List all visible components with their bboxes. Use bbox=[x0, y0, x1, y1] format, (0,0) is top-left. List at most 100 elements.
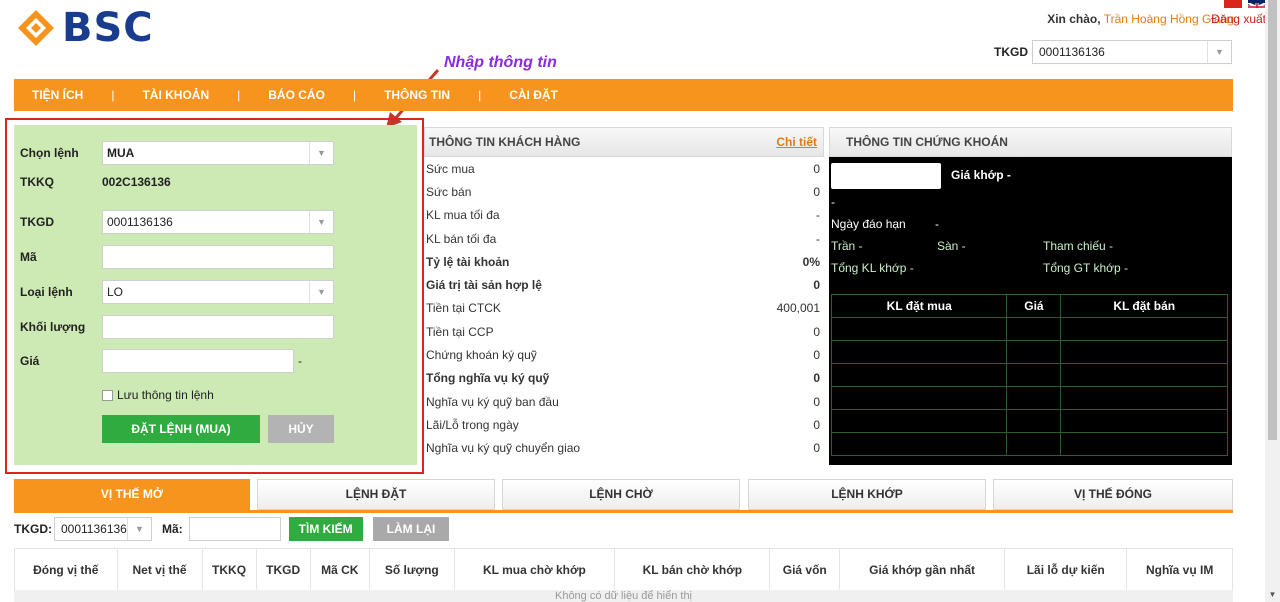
customer-info-value: 0 bbox=[813, 417, 820, 432]
order-book-row bbox=[830, 409, 1228, 433]
chevron-down-icon: ▼ bbox=[309, 142, 333, 164]
order-type-value: MUA bbox=[107, 146, 135, 160]
order-book-col-price: Giá bbox=[1006, 294, 1062, 318]
positions-column-header[interactable]: Nghĩa vụ IM bbox=[1126, 548, 1233, 591]
order-book-table: KL đặt mua Giá KL đặt bán bbox=[830, 294, 1228, 456]
order-kind-select[interactable]: LO ▼ bbox=[102, 280, 334, 304]
floor-price: Sàn - bbox=[937, 239, 966, 253]
customer-info-row: KL mua tối đa - bbox=[424, 204, 824, 227]
search-symbol-label: Mã: bbox=[162, 522, 183, 536]
nav-thong-tin[interactable]: THÔNG TIN bbox=[384, 88, 450, 102]
customer-info-value: 0% bbox=[802, 254, 820, 269]
scroll-down-icon[interactable]: ▼ bbox=[1265, 587, 1280, 602]
customer-info-row: Sức mua 0 bbox=[424, 157, 824, 180]
order-book-col-sell-volume: KL đặt bán bbox=[1060, 294, 1228, 318]
order-book-cell bbox=[1060, 363, 1228, 387]
order-form: Chọn lệnh MUA ▼ TKKQ 002C136136 TKGD 000… bbox=[14, 125, 417, 465]
order-book-cell bbox=[1006, 432, 1062, 456]
customer-info-label: Sức mua bbox=[426, 161, 475, 176]
annotation-text: Nhập thông tin bbox=[444, 54, 557, 71]
order-book-row bbox=[830, 340, 1228, 364]
search-tkgd-value: 0001136136 bbox=[61, 522, 127, 536]
ceiling-price: Trần - bbox=[831, 239, 863, 253]
customer-info-title: THÔNG TIN KHÁCH HÀNG bbox=[429, 135, 581, 149]
positions-column-header[interactable]: Đóng vị thế bbox=[14, 548, 118, 591]
english-flag-icon[interactable] bbox=[1248, 0, 1266, 8]
customer-info-value: 0 bbox=[813, 324, 820, 339]
tab-open-positions[interactable]: VỊ THẾ MỞ bbox=[14, 479, 250, 510]
order-book-col-buy-volume: KL đặt mua bbox=[830, 294, 1008, 318]
positions-column-header[interactable]: KL bán chờ khớp bbox=[614, 548, 771, 591]
nav-tien-ich[interactable]: TIỆN ÍCH bbox=[32, 88, 83, 102]
search-button[interactable]: TÌM KIẾM bbox=[288, 517, 363, 541]
customer-info-row: Tiền tại CTCK 400,001 bbox=[424, 297, 824, 320]
customer-info-row: Chứng khoán ký quỹ 0 bbox=[424, 343, 824, 366]
tkgd-select[interactable]: 0001136136 ▼ bbox=[102, 210, 334, 234]
nav-tai-khoan[interactable]: TÀI KHOẢN bbox=[142, 88, 209, 102]
vietnamese-flag-icon[interactable] bbox=[1224, 0, 1242, 8]
customer-info-row: Lãi/Lỗ trong ngày 0 bbox=[424, 413, 824, 436]
order-type-select[interactable]: MUA ▼ bbox=[102, 141, 334, 165]
order-book-cell bbox=[830, 363, 1008, 387]
order-book-header: KL đặt mua Giá KL đặt bán bbox=[830, 294, 1228, 318]
customer-info-row: Sức bán 0 bbox=[424, 180, 824, 203]
order-book-cell bbox=[830, 340, 1008, 364]
tab-pending-orders[interactable]: LỆNH CHỜ bbox=[502, 479, 740, 510]
search-symbol-input[interactable] bbox=[188, 517, 281, 541]
nav-bao-cao[interactable]: BÁO CÁO bbox=[268, 88, 325, 102]
customer-info-label: KL mua tối đa bbox=[426, 208, 500, 223]
nav-cai-dat[interactable]: CÀI ĐẶT bbox=[509, 88, 558, 102]
positions-column-header[interactable]: Giá khớp gần nhất bbox=[839, 548, 1006, 591]
positions-column-header[interactable]: Lãi lỗ dự kiến bbox=[1004, 548, 1128, 591]
order-book-cell bbox=[830, 386, 1008, 410]
quantity-input[interactable] bbox=[102, 315, 334, 339]
order-book-row bbox=[830, 317, 1228, 341]
customer-info-label: Tổng nghĩa vụ ký quỹ bbox=[426, 371, 550, 386]
symbol-label: Mã bbox=[20, 250, 37, 264]
header-tkgd-select[interactable]: 0001136136 ▼ bbox=[1032, 40, 1232, 64]
customer-info-value: 0 bbox=[813, 348, 820, 363]
save-order-checkbox-row[interactable]: Lưu thông tin lệnh bbox=[102, 388, 214, 402]
securities-info-title: THÔNG TIN CHỨNG KHOÁN bbox=[846, 135, 1008, 149]
search-tkgd-select[interactable]: 0001136136 ▼ bbox=[54, 517, 152, 541]
tab-closed-positions[interactable]: VỊ THẾ ĐÓNG bbox=[993, 479, 1233, 510]
customer-info-label: Nghĩa vụ ký quỹ ban đầu bbox=[426, 394, 559, 409]
positions-column-header[interactable]: Giá vốn bbox=[769, 548, 841, 591]
customer-info-value: 0 bbox=[813, 441, 820, 456]
tab-placed-orders[interactable]: LỆNH ĐẶT bbox=[257, 479, 495, 510]
positions-column-header[interactable]: Số lượng bbox=[368, 548, 455, 591]
total-matched-volume: Tổng KL khớp - bbox=[831, 261, 914, 275]
customer-info-row: Tổng nghĩa vụ ký quỹ 0 bbox=[424, 367, 824, 390]
reset-button[interactable]: LÀM LẠI bbox=[372, 517, 450, 541]
securities-info-body: Giá khớp - - Ngày đáo hạn - Trần - Sàn -… bbox=[829, 157, 1232, 465]
customer-info-label: Nghĩa vụ ký quỹ chuyển giao bbox=[426, 441, 581, 456]
scrollbar-thumb[interactable] bbox=[1268, 0, 1277, 440]
tkkq-row: TKKQ 002C136136 bbox=[20, 175, 171, 189]
customer-info-value: 0 bbox=[813, 371, 820, 386]
positions-column-header[interactable]: KL mua chờ khớp bbox=[453, 548, 616, 591]
price-suffix: - bbox=[298, 354, 302, 368]
page-scrollbar[interactable]: ▼ bbox=[1265, 0, 1280, 602]
tkkq-label: TKKQ bbox=[20, 175, 54, 189]
positions-column-header[interactable]: Mã CK bbox=[309, 548, 370, 591]
customer-info-label: Tiền tại CCP bbox=[426, 324, 494, 339]
language-switcher bbox=[1224, 0, 1266, 8]
positions-column-header[interactable]: TKKQ bbox=[201, 548, 257, 591]
customer-info-label: KL bán tối đa bbox=[426, 231, 497, 246]
customer-info-value: 0 bbox=[813, 278, 820, 293]
cancel-order-button[interactable]: HỦY bbox=[268, 415, 334, 443]
positions-column-header[interactable]: Net vị thế bbox=[116, 548, 203, 591]
order-kind-row: Loại lệnh LO ▼ bbox=[20, 280, 334, 304]
price-input[interactable] bbox=[102, 349, 294, 373]
tkgd-row: TKGD 0001136136 ▼ bbox=[20, 210, 334, 234]
tab-matched-orders[interactable]: LỆNH KHỚP bbox=[748, 479, 986, 510]
submit-order-button[interactable]: ĐẶT LỆNH (MUA) bbox=[102, 415, 260, 443]
symbol-input[interactable] bbox=[102, 245, 334, 269]
logout-link[interactable]: Đăng xuất bbox=[1211, 12, 1266, 26]
bsc-logo[interactable]: BSC bbox=[16, 8, 154, 48]
positions-column-header[interactable]: TKGD bbox=[255, 548, 311, 591]
order-book-cell bbox=[830, 317, 1008, 341]
positions-table-header: Đóng vị thế Net vị thế TKKQ TKGD Mã CK Số lượ… bbox=[14, 548, 1233, 591]
save-order-checkbox[interactable] bbox=[102, 389, 113, 401]
customer-detail-link[interactable]: Chi tiết bbox=[776, 135, 817, 149]
